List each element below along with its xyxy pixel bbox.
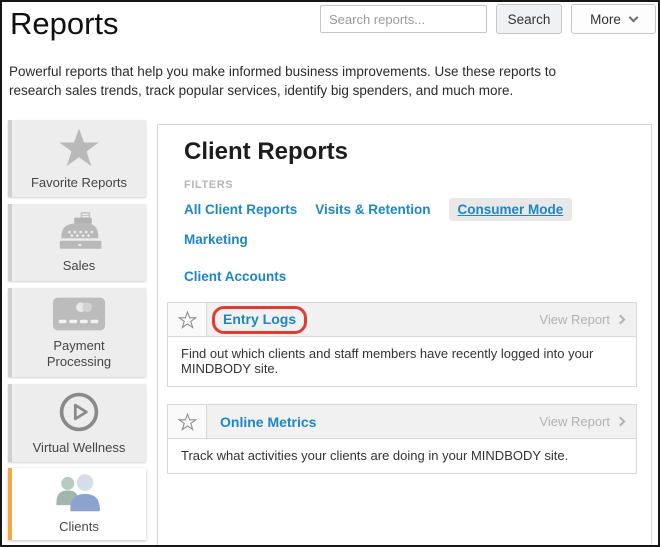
page-title: Reports [10, 6, 119, 41]
sidebar-item-label: Virtual Wellness [32, 440, 126, 455]
chevron-down-icon [628, 12, 639, 22]
sidebar-item-payment-processing[interactable]: Payment Processing [8, 288, 146, 377]
report-item-online-metrics: Online Metrics View Report Track what ac… [167, 404, 637, 474]
report-link-entry-logs[interactable]: Entry Logs [223, 311, 296, 327]
report-item-header: Entry Logs View Report [168, 303, 636, 336]
filter-all-client-reports[interactable]: All Client Reports [184, 202, 297, 217]
star-outline-icon [177, 310, 197, 329]
view-report-label: View Report [539, 312, 610, 327]
more-button-label: More [590, 11, 621, 27]
play-circle-icon [59, 392, 99, 432]
panel-title: Client Reports [184, 138, 349, 165]
report-item-entry-logs: Entry Logs View Report Find out which cl… [167, 302, 637, 387]
report-link-online-metrics[interactable]: Online Metrics [220, 414, 316, 430]
search-button[interactable]: Search [496, 4, 562, 34]
view-report-link[interactable]: View Report [539, 312, 636, 327]
star-icon [59, 128, 99, 166]
client-reports-panel: Client Reports FILTERS All Client Report… [157, 124, 652, 545]
filters-label: FILTERS [184, 179, 234, 191]
report-description: Find out which clients and staff members… [168, 336, 636, 386]
chevron-right-icon [615, 416, 626, 427]
sidebar-item-label: Sales [62, 257, 96, 273]
filter-marketing[interactable]: Marketing [184, 232, 248, 247]
search-button-label: Search [507, 11, 551, 27]
clients-icon [56, 474, 100, 512]
cash-register-icon [59, 211, 102, 249]
sidebar-item-virtual-wellness[interactable]: Virtual Wellness [8, 384, 146, 462]
annotation-highlight-oval: Entry Logs [212, 305, 308, 334]
sidebar-item-label: Clients [59, 519, 99, 534]
filter-links: All Client Reports Visits & Retention Co… [184, 198, 633, 284]
page-description: Powerful reports that help you make info… [9, 64, 557, 98]
filter-consumer-mode[interactable]: Consumer Mode [448, 198, 573, 221]
report-title-wrap: Online Metrics [207, 405, 316, 438]
report-item-header: Online Metrics View Report [168, 405, 636, 438]
chevron-right-icon [615, 314, 626, 325]
sidebar-item-sales[interactable]: Sales [8, 204, 146, 281]
favorite-star-button[interactable] [168, 405, 207, 438]
sidebar-item-label: Favorite Reports [30, 174, 128, 190]
star-outline-icon [177, 412, 197, 431]
sidebar-item-label: Payment Processing [46, 337, 112, 369]
search-input[interactable] [320, 5, 487, 33]
view-report-link[interactable]: View Report [539, 414, 636, 429]
more-button[interactable]: More [571, 4, 656, 34]
filter-client-accounts[interactable]: Client Accounts [184, 269, 286, 284]
report-description: Track what activities your clients are d… [168, 438, 636, 473]
filter-visits-retention[interactable]: Visits & Retention [315, 202, 430, 217]
report-list: Entry Logs View Report Find out which cl… [167, 302, 637, 474]
credit-card-icon [52, 297, 106, 330]
sidebar-item-favorite-reports[interactable]: Favorite Reports [8, 120, 146, 197]
view-report-label: View Report [539, 414, 610, 429]
report-title-wrap: Entry Logs [207, 303, 308, 336]
sidebar-item-clients[interactable]: Clients [8, 468, 146, 540]
favorite-star-button[interactable] [168, 303, 207, 336]
